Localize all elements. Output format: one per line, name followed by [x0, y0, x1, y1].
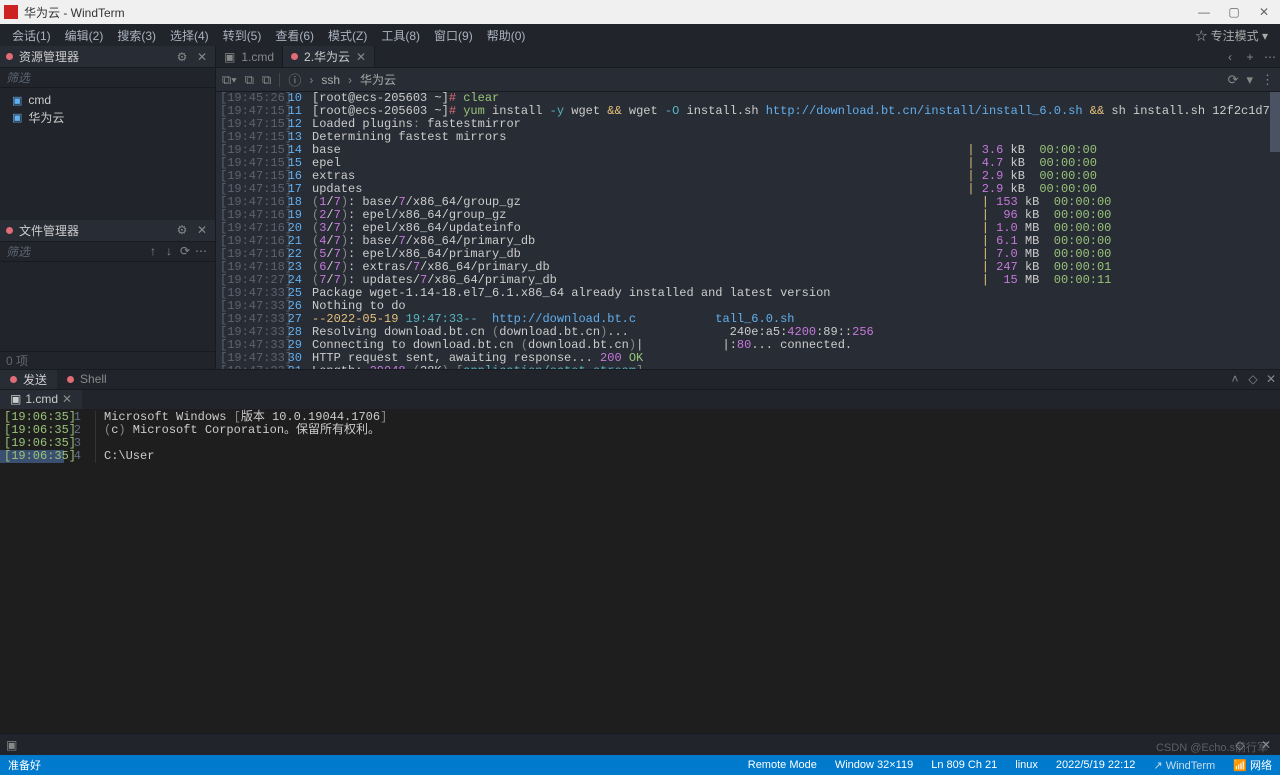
- status-ready: 准备好: [8, 757, 41, 773]
- bottom-tab-send[interactable]: 发送: [0, 370, 57, 389]
- status-remote[interactable]: Remote Mode: [748, 759, 817, 771]
- bottom-subtabs: ▣1.cmd✕: [0, 389, 1280, 409]
- watermark: CSDN @Echo.s前行军: [1156, 739, 1268, 755]
- menu-search[interactable]: 搜索(3): [111, 25, 162, 46]
- subtab-close-icon[interactable]: ✕: [62, 392, 72, 406]
- maximize-button[interactable]: ▢: [1222, 5, 1246, 19]
- tool-ribbon: ▣ ◇ ✕: [0, 733, 1280, 755]
- more-icon[interactable]: ⋯: [193, 244, 209, 258]
- menu-edit[interactable]: 编辑(2): [59, 25, 110, 46]
- file-manager-title: 文件管理器: [19, 222, 169, 239]
- terminal-output[interactable]: [19:45:26]10[root@ecs-205603 ~]# clear[1…: [216, 92, 1280, 369]
- close-button[interactable]: ✕: [1252, 5, 1276, 19]
- panel-close-icon[interactable]: ✕: [195, 223, 209, 237]
- status-link[interactable]: ↗ WindTerm: [1153, 759, 1215, 772]
- bottom-dot-icon[interactable]: ◇: [1244, 372, 1262, 386]
- menu-goto[interactable]: 转到(5): [217, 25, 268, 46]
- bottom-up-icon[interactable]: ˄: [1226, 372, 1244, 386]
- tabs-add-icon[interactable]: +: [1240, 50, 1260, 64]
- menu-mode[interactable]: 模式(Z): [322, 25, 373, 46]
- editor-area: ▣ 1.cmd 2.华为云 ✕ ‹ + ⋯ ⧉▾ ⧉ ⧉ ⓘ › ssh › 华…: [216, 46, 1280, 369]
- tab-dot-icon: [67, 376, 74, 383]
- tabs-row: ▣ 1.cmd 2.华为云 ✕ ‹ + ⋯: [216, 46, 1280, 68]
- tab-dot-icon: [10, 376, 17, 383]
- copy-icon[interactable]: ⧉: [262, 72, 271, 88]
- scrollbar-thumb[interactable]: [1270, 92, 1280, 152]
- menu-select[interactable]: 选择(4): [164, 25, 215, 46]
- titlebar: 华为云 - WindTerm — ▢ ✕: [0, 0, 1280, 24]
- status-net[interactable]: 📶 网络: [1233, 757, 1272, 773]
- session-icon: ▣: [12, 94, 22, 107]
- bottom-terminal[interactable]: [19:06:35]1Microsoft Windows [版本 10.0.19…: [0, 409, 1280, 734]
- resource-manager-header: 资源管理器 ⚙ ✕: [0, 46, 215, 68]
- app-icon: [4, 5, 18, 19]
- file-filter[interactable]: 筛选 ↑ ↓ ⟳ ⋯: [0, 242, 215, 262]
- refresh-icon[interactable]: ⟳: [1228, 72, 1239, 88]
- duplicate-icon[interactable]: ⧉: [245, 72, 254, 88]
- tab-cmd[interactable]: ▣ 1.cmd: [216, 46, 283, 67]
- tab-close-icon[interactable]: ✕: [356, 50, 366, 64]
- bottom-tabs: 发送 Shell ˄ ◇ ✕: [0, 369, 1280, 389]
- status-position[interactable]: Ln 809 Ch 21: [931, 759, 997, 771]
- left-status: 0 项: [0, 351, 215, 369]
- tree-item-cmd[interactable]: ▣cmd: [0, 92, 215, 108]
- status-window[interactable]: Window 32×119: [835, 759, 913, 771]
- window-title: 华为云 - WindTerm: [24, 4, 1186, 21]
- refresh-icon[interactable]: ⟳: [177, 244, 193, 258]
- panel-dot-icon: [6, 227, 13, 234]
- focus-mode-button[interactable]: ☆ 专注模式 ▾: [1189, 25, 1274, 46]
- minimize-button[interactable]: —: [1192, 5, 1216, 19]
- menu-window[interactable]: 窗口(9): [428, 25, 479, 46]
- resource-manager-title: 资源管理器: [19, 48, 169, 65]
- toolbar-row: ⧉▾ ⧉ ⧉ ⓘ › ssh › 华为云 ⟳ ▾ ⋮: [216, 68, 1280, 92]
- chevron-right-icon: ›: [348, 73, 352, 87]
- new-session-icon[interactable]: ⧉▾: [222, 72, 237, 88]
- status-datetime: 2022/5/19 22:12: [1056, 759, 1136, 771]
- tabs-prev-icon[interactable]: ‹: [1220, 50, 1240, 64]
- file-manager-header: 文件管理器 ⚙ ✕: [0, 220, 215, 242]
- status-os[interactable]: linux: [1015, 759, 1038, 771]
- more-icon[interactable]: ▾: [1246, 72, 1253, 88]
- tab-huawei[interactable]: 2.华为云 ✕: [283, 46, 375, 67]
- tree-item-huawei[interactable]: ▣华为云: [0, 108, 215, 127]
- tabs-more-icon[interactable]: ⋯: [1260, 50, 1280, 64]
- breadcrumb-ssh[interactable]: ssh: [321, 73, 340, 87]
- panel-settings-icon[interactable]: ⚙: [175, 50, 189, 64]
- bottom-close-icon[interactable]: ✕: [1262, 372, 1280, 386]
- resource-tree: ▣cmd ▣华为云: [0, 88, 215, 131]
- up-icon[interactable]: ↑: [145, 244, 161, 258]
- bottom-subtab-cmd[interactable]: ▣1.cmd✕: [0, 390, 82, 409]
- menu-tools[interactable]: 工具(8): [375, 25, 426, 46]
- ribbon-app-icon[interactable]: ▣: [6, 738, 17, 752]
- panel-close-icon[interactable]: ✕: [195, 50, 209, 64]
- chevron-right-icon: ›: [309, 73, 313, 87]
- menu-help[interactable]: 帮助(0): [481, 25, 532, 46]
- bottom-tab-shell[interactable]: Shell: [57, 370, 117, 389]
- panel-dot-icon: [6, 53, 13, 60]
- menu-session[interactable]: 会话(1): [6, 25, 57, 46]
- tab-icon: ▣: [224, 50, 235, 64]
- tab-dot-icon: [291, 53, 298, 60]
- menubar: 会话(1) 编辑(2) 搜索(3) 选择(4) 转到(5) 查看(6) 模式(Z…: [0, 24, 1280, 46]
- main-area: 资源管理器 ⚙ ✕ 筛选 ▣cmd ▣华为云 文件管理器 ⚙ ✕ 筛选 ↑ ↓ …: [0, 46, 1280, 369]
- session-icon: ▣: [12, 111, 22, 124]
- resource-filter[interactable]: 筛选: [0, 68, 215, 88]
- info-icon[interactable]: ⓘ: [288, 70, 301, 89]
- breadcrumb-host[interactable]: 华为云: [360, 71, 396, 88]
- menu-view[interactable]: 查看(6): [269, 25, 320, 46]
- statusbar: 准备好 Remote Mode Window 32×119 Ln 809 Ch …: [0, 755, 1280, 775]
- menu-icon[interactable]: ⋮: [1261, 72, 1274, 88]
- down-icon[interactable]: ↓: [161, 244, 177, 258]
- panel-settings-icon[interactable]: ⚙: [175, 223, 189, 237]
- left-panel: 资源管理器 ⚙ ✕ 筛选 ▣cmd ▣华为云 文件管理器 ⚙ ✕ 筛选 ↑ ↓ …: [0, 46, 216, 369]
